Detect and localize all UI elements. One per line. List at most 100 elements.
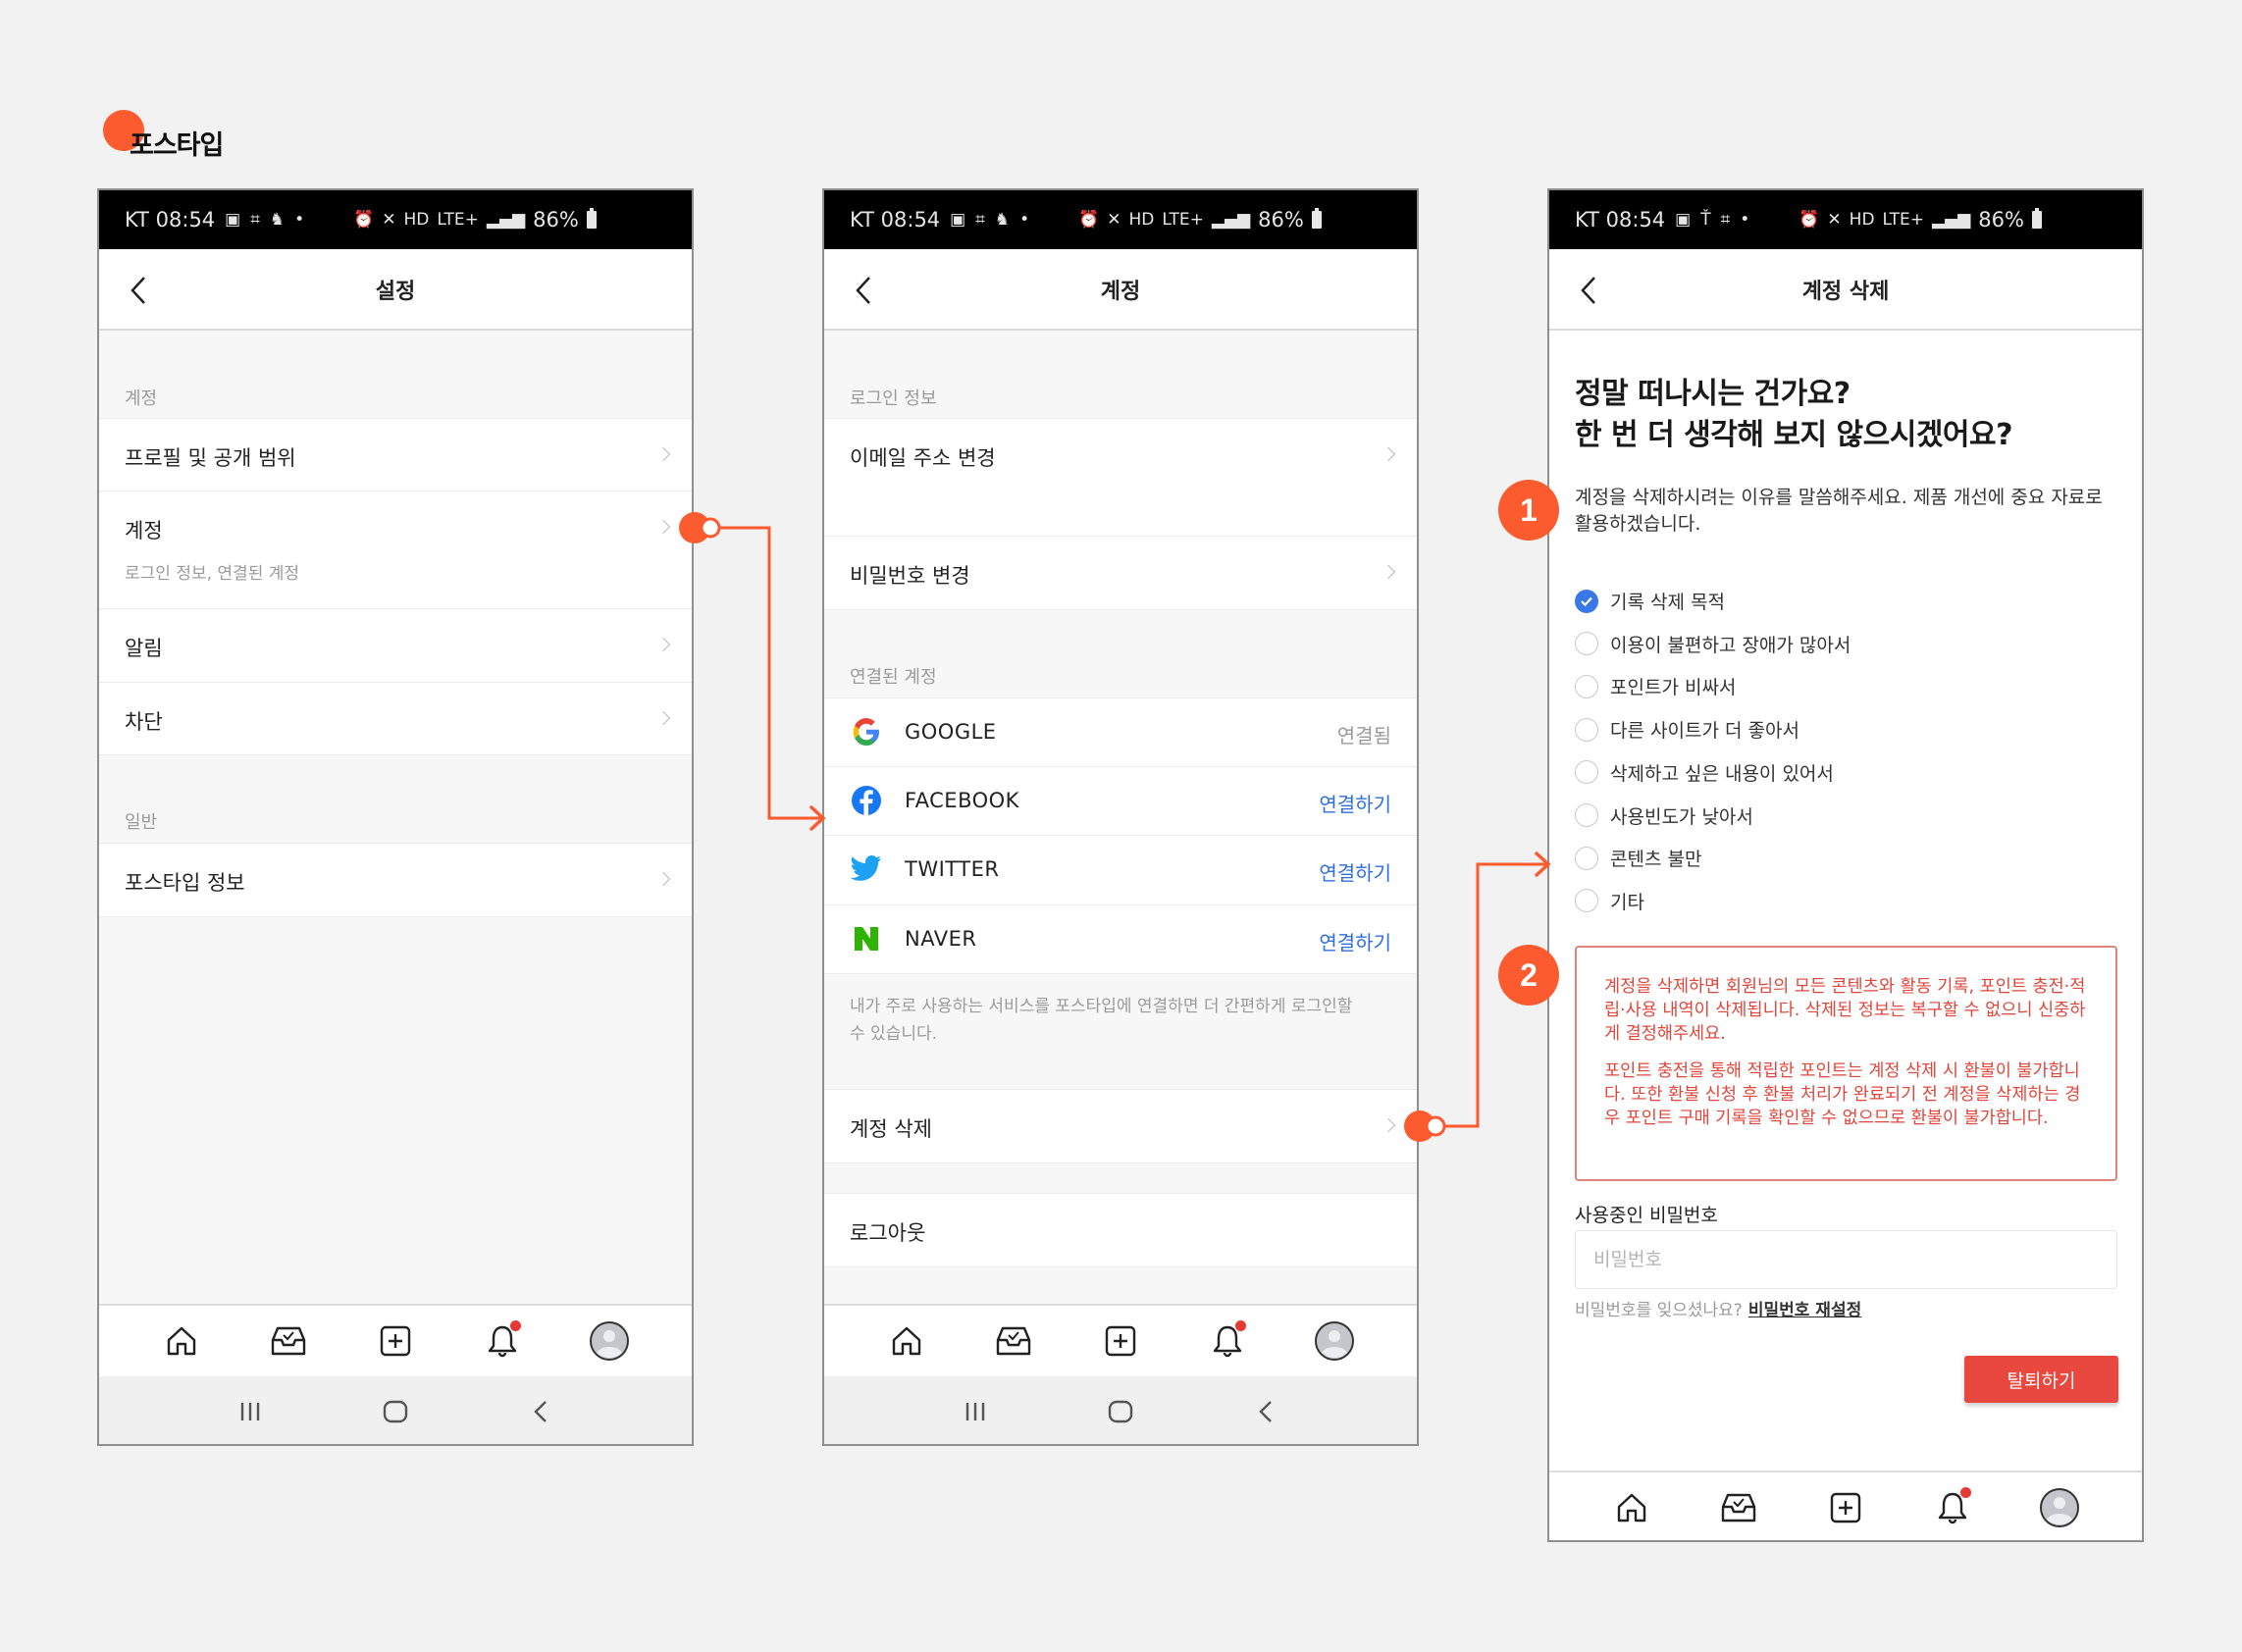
- reason-option[interactable]: 삭제하고 싶은 내용이 있어서: [1575, 759, 1834, 786]
- radio-unchecked-icon[interactable]: [1575, 717, 1598, 742]
- password-label: 사용중인 비밀번호: [1575, 1205, 1718, 1226]
- add-post-icon: [380, 1325, 411, 1357]
- connect-link[interactable]: 연결하기: [1319, 927, 1391, 955]
- signal-icon: ▂▄▆: [1932, 210, 1971, 230]
- account-row-logout[interactable]: 로그아웃: [824, 1193, 1417, 1267]
- tab-home[interactable]: [1607, 1483, 1656, 1532]
- reason-label: 기록 삭제 목적: [1610, 592, 1725, 613]
- radio-unchecked-icon[interactable]: [1575, 846, 1598, 870]
- mute-icon: ✕: [1107, 210, 1121, 230]
- linked-account-facebook[interactable]: FACEBOOK 연결하기: [824, 766, 1417, 836]
- tab-profile[interactable]: [585, 1316, 634, 1366]
- home-icon: [168, 1326, 196, 1356]
- radio-unchecked-icon[interactable]: [1575, 889, 1598, 913]
- withdraw-button[interactable]: 탈퇴하기: [1964, 1356, 2118, 1403]
- linked-account-name: FACEBOOK: [905, 789, 1019, 812]
- reason-option[interactable]: 콘텐츠 불만: [1575, 845, 1701, 871]
- password-input[interactable]: [1575, 1230, 2117, 1289]
- reason-option[interactable]: 기록 삭제 목적: [1575, 588, 1725, 614]
- chevron-right-icon: [655, 710, 671, 726]
- tab-notifications[interactable]: [1928, 1483, 1977, 1532]
- reason-option[interactable]: 다른 사이트가 더 좋아서: [1575, 716, 1799, 743]
- battery-icon: [2031, 208, 2042, 229]
- reason-label: 삭제하고 싶은 내용이 있어서: [1610, 762, 1834, 785]
- radio-unchecked-icon[interactable]: [1575, 674, 1598, 698]
- connect-link[interactable]: 연결하기: [1319, 789, 1391, 817]
- row-subtitle: 로그인 정보, 연결된 계정: [125, 564, 300, 584]
- reason-option[interactable]: 포인트가 비싸서: [1575, 673, 1736, 699]
- back-button[interactable]: [846, 271, 881, 310]
- t-app-icon: Ť: [1700, 210, 1711, 230]
- tab-profile[interactable]: [2035, 1483, 2084, 1532]
- home-system-button[interactable]: [371, 1392, 420, 1431]
- mute-icon: ✕: [382, 210, 396, 230]
- inbox-icon: [996, 1326, 1031, 1356]
- linked-account-twitter[interactable]: TWITTER 연결하기: [824, 835, 1417, 905]
- connect-link[interactable]: 연결하기: [1319, 857, 1391, 886]
- alarm-icon: ⏰: [1078, 210, 1100, 230]
- tab-new-post[interactable]: [1096, 1316, 1145, 1366]
- tab-new-post[interactable]: [1821, 1483, 1870, 1532]
- recent-apps-button[interactable]: [226, 1392, 275, 1431]
- settings-row-notifications[interactable]: 알림: [99, 608, 692, 683]
- alarm-icon: ⏰: [353, 210, 375, 230]
- heading-line: 정말 떠나시는 건가요?: [1575, 377, 1851, 411]
- gallery-icon: ▣: [225, 210, 241, 230]
- battery-icon: [586, 208, 597, 229]
- account-row-change-email[interactable]: 이메일 주소 변경: [824, 418, 1417, 537]
- tab-inbox[interactable]: [989, 1316, 1038, 1366]
- more-dot-icon: •: [294, 210, 305, 230]
- tab-notifications[interactable]: [478, 1316, 527, 1366]
- row-label: 비밀번호 변경: [850, 564, 970, 588]
- reason-option[interactable]: 이용이 불편하고 장애가 많아서: [1575, 631, 1851, 657]
- reset-password-link[interactable]: 비밀번호 재설정: [1748, 1301, 1861, 1320]
- delete-heading: 정말 떠나시는 건가요? 한 번 더 생각해 보지 않으시겠어요?: [1575, 374, 2013, 456]
- reason-option[interactable]: 사용빈도가 낮아서: [1575, 802, 1753, 829]
- radio-checked-icon[interactable]: [1575, 589, 1598, 613]
- warning-paragraph: 계정을 삭제하면 회원님의 모든 콘텐츠와 활동 기록, 포인트 충전·적립·사…: [1604, 977, 2086, 1044]
- tab-home[interactable]: [882, 1316, 931, 1366]
- system-back-icon: [1259, 1401, 1272, 1422]
- system-back-button[interactable]: [1241, 1392, 1290, 1431]
- status-bar: KT 08:54 ▣ ⌗ ♞ • ⏰ ✕ HD LTE+ ▂▄▆ 86%: [824, 190, 1417, 249]
- tab-inbox[interactable]: [1714, 1483, 1763, 1532]
- linked-account-google[interactable]: GOOGLE 연결됨: [824, 697, 1417, 767]
- account-row-change-password[interactable]: 비밀번호 변경: [824, 536, 1417, 610]
- back-button[interactable]: [1571, 271, 1606, 310]
- brand-title: 포스타입: [130, 130, 224, 161]
- account-row-delete-account[interactable]: 계정 삭제: [824, 1089, 1417, 1163]
- system-back-button[interactable]: [516, 1392, 565, 1431]
- notification-dot: [509, 1320, 521, 1331]
- back-button[interactable]: [121, 271, 156, 310]
- row-label: 이메일 주소 변경: [850, 446, 996, 470]
- chevron-right-icon: [1381, 564, 1396, 580]
- row-label: 계정: [125, 519, 163, 542]
- home-system-button[interactable]: [1096, 1392, 1145, 1431]
- linked-account-naver[interactable]: NAVER 연결하기: [824, 904, 1417, 974]
- bottom-tab-bar: [824, 1304, 1417, 1376]
- tab-notifications[interactable]: [1203, 1316, 1252, 1366]
- radio-unchecked-icon[interactable]: [1575, 760, 1598, 785]
- radio-unchecked-icon[interactable]: [1575, 632, 1598, 656]
- reason-option[interactable]: 기타: [1575, 888, 1644, 914]
- battery-percent: 86%: [1978, 208, 2024, 232]
- notification-dot: [1234, 1320, 1246, 1331]
- settings-row-block[interactable]: 차단: [99, 682, 692, 755]
- settings-row-profile[interactable]: 프로필 및 공개 범위: [99, 418, 692, 491]
- settings-row-account[interactable]: 계정 로그인 정보, 연결된 계정: [99, 490, 692, 609]
- tab-profile[interactable]: [1310, 1316, 1359, 1366]
- radio-unchecked-icon[interactable]: [1575, 803, 1598, 827]
- delete-warning-box: 계정을 삭제하면 회원님의 모든 콘텐츠와 활동 기록, 포인트 충전·적립·사…: [1575, 946, 2117, 1181]
- tab-new-post[interactable]: [371, 1316, 420, 1366]
- row-label: 로그아웃: [850, 1221, 926, 1245]
- carrier-time: KT 08:54: [125, 208, 216, 232]
- settings-row-postype-info[interactable]: 포스타입 정보: [99, 843, 692, 917]
- linked-account-name: NAVER: [905, 927, 977, 951]
- tab-inbox[interactable]: [264, 1316, 313, 1366]
- page-title: 설정: [375, 279, 416, 304]
- recent-apps-button[interactable]: [951, 1392, 1000, 1431]
- lte-icon: LTE+: [437, 210, 479, 230]
- tab-home[interactable]: [157, 1316, 206, 1366]
- status-bar: KT 08:54 ▣ ⌗ ♞ • ⏰ ✕ HD LTE+ ▂▄▆ 86%: [99, 190, 692, 249]
- screenshot-icon: ⌗: [975, 210, 985, 230]
